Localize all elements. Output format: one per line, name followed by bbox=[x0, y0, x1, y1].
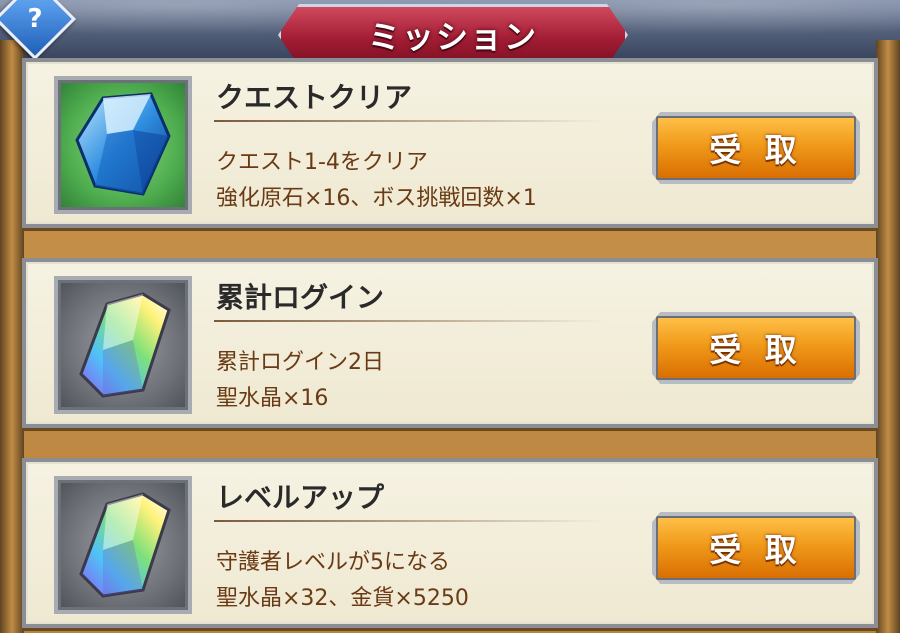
claim-button-label: 受 取 bbox=[709, 331, 803, 369]
reward-icon-frame bbox=[54, 476, 192, 614]
claim-button-label: 受 取 bbox=[709, 131, 803, 169]
question-icon: ? bbox=[27, 4, 43, 34]
claim-button[interactable]: 受 取 bbox=[652, 112, 860, 184]
mission-list: クエストクリア クエスト1-4をクリア 強化原石×16、ボス挑戦回数×1 受 取 bbox=[22, 58, 878, 633]
mission-description: 守護者レベルが5になる bbox=[216, 550, 450, 575]
title-banner: ミッション bbox=[278, 4, 628, 66]
frame-right bbox=[876, 40, 900, 633]
blue-crystal-icon bbox=[75, 92, 171, 196]
reward-icon-frame bbox=[54, 76, 192, 214]
claim-button[interactable]: 受 取 bbox=[652, 512, 860, 584]
mission-card: 累計ログイン 累計ログイン2日 聖水晶×16 受 取 bbox=[22, 258, 878, 428]
divider bbox=[214, 320, 604, 322]
divider bbox=[214, 120, 604, 122]
frame-left bbox=[0, 40, 24, 633]
mission-reward: 聖水晶×16 bbox=[216, 386, 329, 411]
mission-description: クエスト1-4をクリア bbox=[216, 150, 428, 175]
divider bbox=[214, 520, 604, 522]
mission-title: レベルアップ bbox=[216, 481, 385, 514]
mission-description: 累計ログイン2日 bbox=[216, 350, 384, 375]
mission-card: レベルアップ 守護者レベルが5になる 聖水晶×32、金貨×5250 受 取 bbox=[22, 458, 878, 628]
rainbow-crystal-icon bbox=[79, 292, 171, 398]
claim-button[interactable]: 受 取 bbox=[652, 312, 860, 384]
mission-card: クエストクリア クエスト1-4をクリア 強化原石×16、ボス挑戦回数×1 受 取 bbox=[22, 58, 878, 228]
mission-reward: 聖水晶×32、金貨×5250 bbox=[216, 586, 469, 611]
mission-reward: 強化原石×16、ボス挑戦回数×1 bbox=[216, 186, 537, 211]
reward-icon-frame bbox=[54, 276, 192, 414]
rainbow-crystal-icon bbox=[79, 492, 171, 598]
page-title: ミッション bbox=[367, 18, 538, 56]
mission-title: クエストクリア bbox=[216, 81, 413, 114]
mission-title: 累計ログイン bbox=[216, 281, 385, 314]
claim-button-label: 受 取 bbox=[709, 531, 803, 569]
